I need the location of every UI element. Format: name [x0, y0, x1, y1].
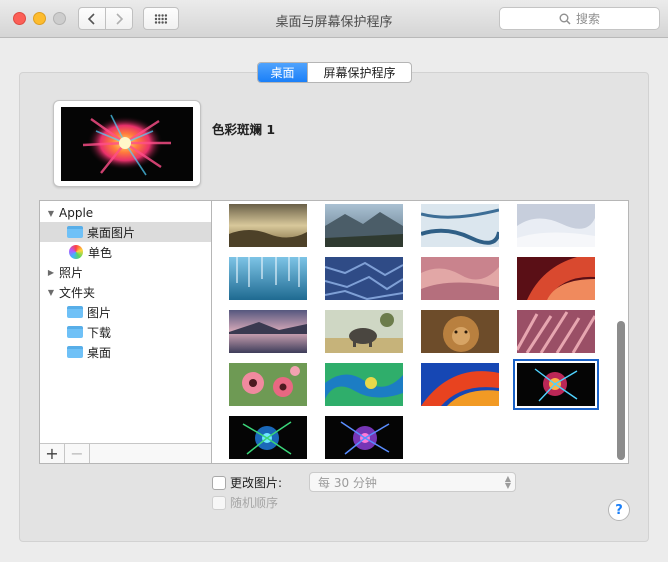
- sidebar-item-pictures[interactable]: 图片: [40, 302, 211, 322]
- wallpaper-thumbnail[interactable]: [421, 310, 499, 353]
- folder-icon: [67, 226, 83, 238]
- disclosure-closed-icon[interactable]: ▶: [46, 267, 56, 277]
- tab-desktop[interactable]: 桌面: [258, 63, 307, 82]
- group-folders[interactable]: ▼ 文件夹: [40, 282, 211, 302]
- folder-icon: [67, 346, 83, 358]
- wallpaper-thumbnail[interactable]: [229, 363, 307, 406]
- wallpaper-thumbnail[interactable]: [421, 363, 499, 406]
- disclosure-open-icon[interactable]: ▼: [46, 287, 56, 297]
- sidebar-item-desktop[interactable]: 桌面: [40, 342, 211, 362]
- folder-icon: [67, 306, 83, 318]
- folder-icon: [67, 326, 83, 338]
- wallpaper-thumbnail[interactable]: [325, 416, 403, 459]
- interval-select[interactable]: 每 30 分钟 ▲ ▼: [309, 472, 516, 492]
- sidebar-item-label: 桌面: [87, 345, 112, 360]
- source-list: ▼ Apple 桌面图片 单色 ▶ 照片 ▼ 文件夹 图片 下载 桌面 + −: [39, 200, 212, 464]
- source-list-footer: + −: [40, 443, 211, 463]
- change-picture-option[interactable]: 更改图片:: [212, 474, 282, 491]
- tab-screen-saver[interactable]: 屏幕保护程序: [307, 63, 411, 82]
- sidebar-item-label: 下载: [87, 325, 112, 340]
- group-apple[interactable]: ▼ Apple: [40, 203, 211, 223]
- sidebar-item-solid-colors[interactable]: 单色: [40, 242, 211, 262]
- wallpaper-thumbnail[interactable]: [325, 257, 403, 300]
- interval-value: 每 30 分钟: [318, 475, 377, 490]
- preview-image: [61, 107, 193, 181]
- current-wallpaper-name: 色彩斑斓 1: [212, 122, 276, 137]
- grid-scrollbar[interactable]: [617, 321, 625, 460]
- change-picture-label: 更改图片:: [230, 476, 283, 490]
- tab-bar: 桌面 屏幕保护程序: [257, 62, 412, 83]
- wallpaper-grid: [212, 200, 629, 464]
- wallpaper-thumbnail[interactable]: [421, 204, 499, 247]
- help-button[interactable]: ?: [608, 499, 630, 521]
- title-bar: 桌面与屏幕保护程序 搜索: [0, 0, 668, 38]
- color-wheel-icon: [69, 245, 83, 259]
- wallpaper-preview: [53, 100, 201, 187]
- wallpaper-thumbnail[interactable]: [517, 310, 595, 353]
- stepper-arrows-icon: ▲ ▼: [504, 474, 511, 490]
- random-order-label: 随机顺序: [230, 496, 279, 510]
- search-placeholder: 搜索: [575, 12, 600, 26]
- sidebar-item-label: 桌面图片: [87, 225, 136, 240]
- wallpaper-thumbnail[interactable]: [325, 204, 403, 247]
- random-order-option[interactable]: 随机顺序: [212, 494, 278, 511]
- wallpaper-thumbnail[interactable]: [229, 204, 307, 247]
- wallpaper-thumbnail[interactable]: [517, 257, 595, 300]
- change-picture-checkbox[interactable]: [212, 475, 226, 490]
- random-order-checkbox[interactable]: [212, 495, 226, 510]
- wallpaper-thumbnail[interactable]: [229, 257, 307, 300]
- sidebar-item-label: 单色: [88, 245, 113, 260]
- wallpaper-thumbnail-selected[interactable]: [513, 359, 599, 410]
- search-icon: [559, 13, 571, 25]
- sidebar-item-desktop-pictures[interactable]: 桌面图片: [40, 222, 211, 242]
- group-label: 文件夹: [59, 285, 96, 300]
- wallpaper-thumbnail[interactable]: [421, 257, 499, 300]
- group-photos[interactable]: ▶ 照片: [40, 262, 211, 282]
- sidebar-item-downloads[interactable]: 下载: [40, 322, 211, 342]
- wallpaper-thumbnail[interactable]: [229, 416, 307, 459]
- wallpaper-thumbnail[interactable]: [229, 310, 307, 353]
- sidebar-item-label: 图片: [87, 305, 112, 320]
- group-label: 照片: [59, 265, 84, 280]
- group-label: Apple: [59, 206, 94, 220]
- wallpaper-thumbnail[interactable]: [325, 363, 403, 406]
- wallpaper-thumbnail[interactable]: [325, 310, 403, 353]
- search-field[interactable]: 搜索: [499, 7, 660, 30]
- remove-folder-button[interactable]: −: [65, 444, 90, 463]
- wallpaper-thumbnail[interactable]: [517, 204, 595, 247]
- add-folder-button[interactable]: +: [40, 444, 65, 463]
- disclosure-open-icon[interactable]: ▼: [46, 208, 56, 218]
